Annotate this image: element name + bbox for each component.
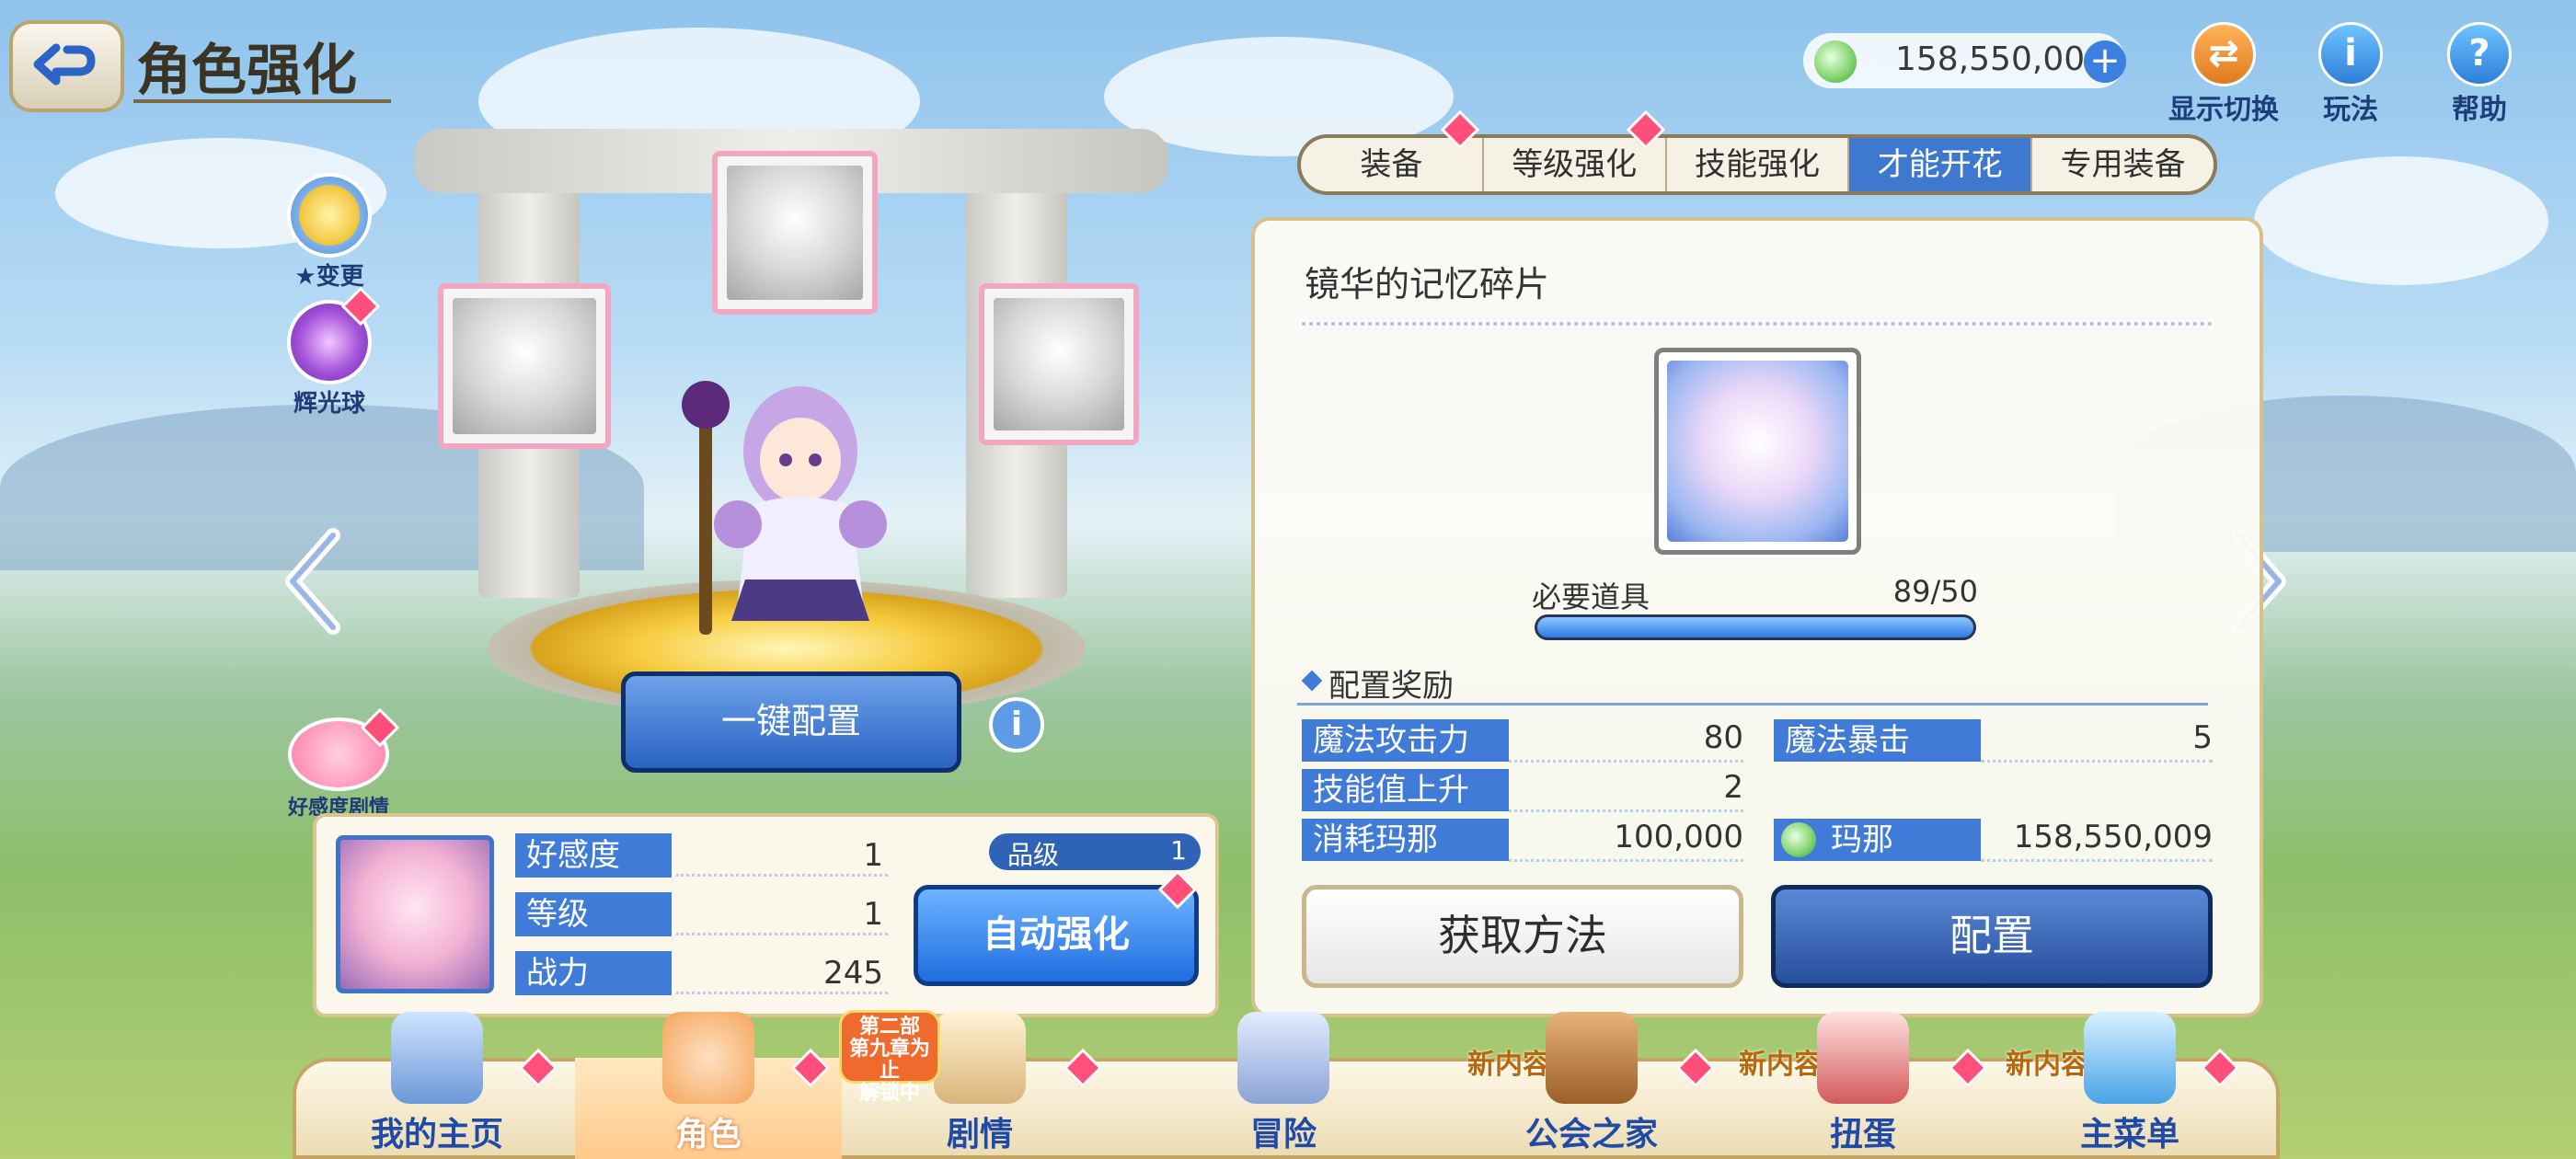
display-switch-icon: ⇄ bbox=[2191, 22, 2256, 86]
divider bbox=[1981, 859, 2213, 862]
power-stat-value: 245 bbox=[823, 955, 883, 992]
divider bbox=[676, 874, 888, 877]
tab-talent-bloom[interactable]: 才能开花 bbox=[1849, 138, 2033, 191]
equipment-slot-1[interactable] bbox=[438, 283, 611, 449]
back-button[interactable] bbox=[9, 20, 124, 112]
scroll-icon bbox=[934, 1012, 1026, 1104]
help-button[interactable]: ? 帮助 bbox=[2420, 22, 2539, 126]
title-underline bbox=[133, 99, 391, 103]
cost-mana-label: 消耗玛那 bbox=[1302, 819, 1509, 861]
affection-stat-value: 1 bbox=[863, 837, 883, 874]
new-content-tag: 新内容 bbox=[1739, 1049, 1822, 1081]
help-label: 帮助 bbox=[2452, 94, 2507, 126]
divider bbox=[1981, 760, 2213, 763]
level-stat-label: 等级 bbox=[515, 892, 672, 936]
help-icon: ? bbox=[2447, 22, 2512, 86]
magic-crit-label: 魔法暴击 bbox=[1774, 719, 1981, 762]
get-method-button[interactable]: 获取方法 bbox=[1302, 885, 1743, 988]
equipment-portrait bbox=[994, 298, 1124, 430]
required-item-count: 89/50 bbox=[1892, 574, 1978, 609]
castle-icon bbox=[391, 1012, 483, 1104]
magic-crit-value: 5 bbox=[2192, 719, 2213, 756]
display-switch-button[interactable]: ⇄ 显示切换 bbox=[2164, 22, 2283, 126]
how-to-play-label: 玩法 bbox=[2323, 94, 2378, 126]
door-icon bbox=[1546, 1012, 1638, 1104]
jewel-icon bbox=[1814, 40, 1857, 83]
equipment-portrait bbox=[727, 166, 863, 300]
divider bbox=[1509, 760, 1743, 763]
new-content-tag: 新内容 bbox=[2006, 1049, 2088, 1081]
affection-stat-label: 好感度 bbox=[515, 833, 672, 878]
skill-up-value: 2 bbox=[1723, 769, 1743, 806]
tab-skill-up[interactable]: 技能强化 bbox=[1667, 138, 1850, 191]
cost-mana-value: 100,000 bbox=[1614, 819, 1743, 855]
how-to-play-button[interactable]: i 玩法 bbox=[2291, 22, 2410, 126]
back-arrow-icon bbox=[33, 43, 95, 86]
story-tag-line: 第二部 bbox=[858, 1016, 920, 1039]
info-icon: i bbox=[2318, 22, 2383, 86]
story-tag-line: 第九章为止 bbox=[848, 1038, 930, 1083]
divider bbox=[1297, 703, 2208, 706]
grade-label: 品级 bbox=[1007, 840, 1060, 870]
one-click-equip-button[interactable]: 一键配置 bbox=[621, 671, 961, 773]
divider bbox=[1302, 322, 2213, 326]
magic-attack-value: 80 bbox=[1703, 719, 1743, 756]
tab-level-up[interactable]: 等级强化 bbox=[1484, 138, 1667, 191]
story-tag-line: 解锁中 bbox=[858, 1082, 920, 1105]
reward-header: 配置奖励 bbox=[1328, 668, 1454, 705]
auto-enhance-button[interactable]: 自动强化 bbox=[914, 885, 1199, 986]
star-change-label: ★变更 bbox=[294, 263, 364, 291]
character-avatar[interactable] bbox=[336, 835, 494, 993]
nav-label: 冒险 bbox=[1249, 1116, 1317, 1153]
add-currency-button[interactable]: + bbox=[2084, 40, 2126, 83]
mana-icon bbox=[1781, 822, 1816, 857]
story-progress-tag: 第二部 第九章为止 解锁中 bbox=[839, 1010, 940, 1105]
nav-label: 主菜单 bbox=[2079, 1116, 2179, 1153]
skill-up-label: 技能值上升 bbox=[1302, 769, 1509, 811]
nav-label: 我的主页 bbox=[370, 1116, 503, 1153]
equipment-slot-3[interactable] bbox=[979, 283, 1139, 445]
display-switch-label: 显示切换 bbox=[2168, 94, 2279, 126]
glow-orb-label: 辉光球 bbox=[293, 390, 365, 418]
tab-unique-equipment[interactable]: 专用装备 bbox=[2032, 138, 2214, 191]
equipment-slot-2[interactable] bbox=[712, 151, 878, 315]
info-icon[interactable]: i bbox=[989, 697, 1044, 752]
nav-label: 扭蛋 bbox=[1829, 1116, 1896, 1153]
divider bbox=[1509, 809, 1743, 812]
nav-label: 公会之家 bbox=[1524, 1116, 1658, 1153]
previous-arrow-icon[interactable] bbox=[276, 526, 350, 637]
divider bbox=[1509, 859, 1743, 862]
grade-value: 1 bbox=[1170, 835, 1187, 866]
nav-label: 角色 bbox=[674, 1116, 742, 1153]
required-item-label: 必要道具 bbox=[1532, 580, 1650, 614]
sword-flag-icon bbox=[1237, 1012, 1329, 1104]
new-content-tag: 新内容 bbox=[1467, 1049, 1550, 1081]
divider bbox=[676, 992, 888, 994]
divider bbox=[676, 933, 888, 935]
currency-value: 158,550,009 bbox=[1895, 40, 2107, 78]
mana-value: 158,550,009 bbox=[2013, 819, 2213, 855]
crystal-icon bbox=[2084, 1012, 2176, 1104]
nav-adventure[interactable]: 冒险 bbox=[1150, 1012, 1417, 1159]
configure-button[interactable]: 配置 bbox=[1771, 885, 2213, 988]
star-icon bbox=[287, 173, 372, 258]
page-title: 角色强化 bbox=[136, 39, 357, 103]
star-change-button[interactable]: ★变更 bbox=[283, 173, 375, 292]
nav-label: 剧情 bbox=[946, 1116, 1013, 1153]
power-stat-label: 战力 bbox=[515, 951, 672, 995]
character-sprite bbox=[682, 381, 887, 635]
gacha-icon bbox=[1817, 1012, 1909, 1104]
item-title: 镜华的记忆碎片 bbox=[1305, 264, 1550, 304]
level-stat-value: 1 bbox=[863, 896, 883, 933]
character-icon bbox=[662, 1012, 754, 1104]
enhance-tab-bar: 装备 等级强化 技能强化 才能开花 专用装备 bbox=[1297, 134, 2217, 195]
magic-attack-label: 魔法攻击力 bbox=[1302, 719, 1509, 762]
memory-shard-portrait bbox=[1667, 361, 1848, 542]
required-item-progress-fill bbox=[1537, 617, 1973, 637]
equipment-portrait bbox=[453, 298, 596, 434]
